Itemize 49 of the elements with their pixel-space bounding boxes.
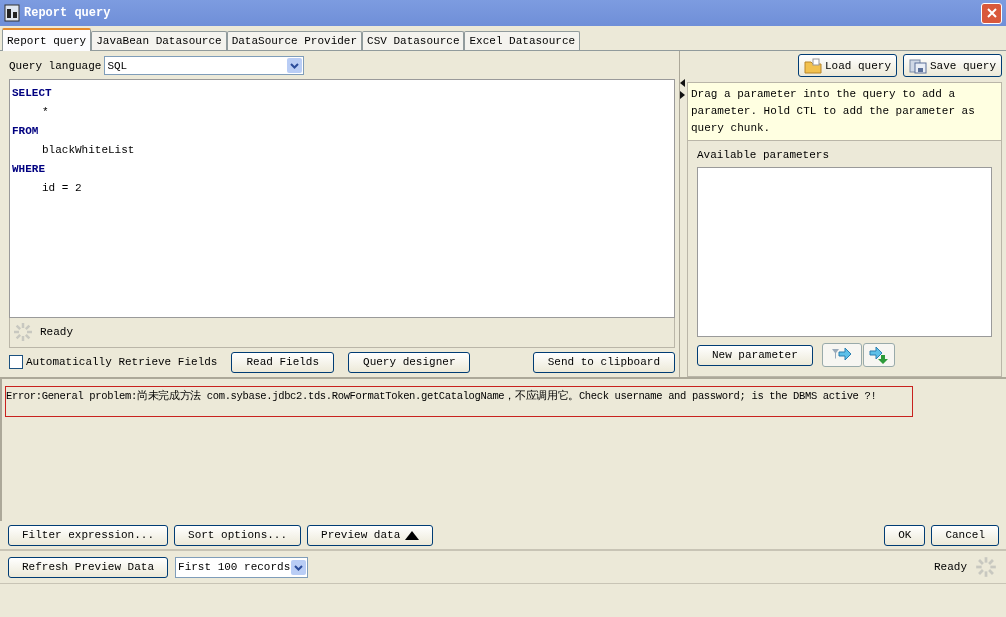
query-language-label: Query language <box>9 59 102 72</box>
sql-keyword: WHERE <box>12 161 46 177</box>
query-language-dropdown[interactable]: SQL <box>104 56 305 76</box>
refresh-button[interactable]: Refresh Preview Data <box>8 556 169 578</box>
sql-keyword: FROM <box>12 123 40 139</box>
tab[interactable]: DataSource Provider <box>226 31 363 50</box>
collapse-arrow-icon[interactable] <box>680 79 685 99</box>
tab[interactable]: Report query <box>2 28 92 51</box>
sql-text: blackWhiteList <box>41 142 136 158</box>
close-button[interactable] <box>981 2 1002 24</box>
status-text: Ready <box>40 326 73 339</box>
sql-text: * <box>41 104 50 120</box>
query-editor[interactable]: SELECT * FROM blackWhiteList WHERE id = 2 <box>9 78 675 319</box>
records-dropdown[interactable]: First 100 records <box>175 556 309 578</box>
tab[interactable]: JavaBean Datasource <box>91 31 227 50</box>
folder-icon <box>804 57 822 74</box>
import-arrow-button[interactable] <box>862 343 895 367</box>
clipboard-button[interactable]: Send to clipboard <box>532 351 675 373</box>
tab[interactable]: CSV Datasource <box>362 31 465 50</box>
option-button[interactable]: Sort options... <box>174 524 302 546</box>
checkbox-label: Automatically Retrieve Fields <box>26 356 218 369</box>
option-button[interactable]: Filter expression... <box>8 524 169 546</box>
tab[interactable]: Excel Datasource <box>464 31 581 50</box>
triangle-up-icon <box>405 530 420 540</box>
spinner-icon <box>12 321 34 344</box>
sql-text: id = 2 <box>41 180 83 196</box>
preview-status: Ready <box>934 561 967 573</box>
checkbox[interactable] <box>9 355 23 370</box>
sql-keyword: SELECT <box>12 85 53 101</box>
new-parameter-button[interactable]: New parameter <box>696 344 813 366</box>
dialog-button[interactable]: Cancel <box>931 524 999 546</box>
save-query-button[interactable]: Save query <box>903 54 1002 77</box>
chevron-down-icon <box>287 58 303 74</box>
load-query-button[interactable]: Load query <box>798 54 897 77</box>
hint-text: Drag a parameter into the query to add a parameter. Hold CTL to add the parameter as query chunk. <box>686 82 1002 141</box>
chevron-down-icon <box>291 559 307 575</box>
window-title: Report query <box>24 6 111 20</box>
parameters-label: Available parameters <box>696 149 830 161</box>
action-button[interactable]: Read Fields <box>231 351 335 373</box>
spinner-icon <box>974 555 998 579</box>
arrow-icon <box>868 346 889 364</box>
dialog-button[interactable]: OK <box>884 524 926 546</box>
preview-data-button[interactable]: Preview data <box>307 524 434 546</box>
app-icon <box>4 4 20 22</box>
error-message: Error:General problem:尚未完成方法 com.sybase.jdbc2.tds.RowFormatToken.getCatalogName，不应调用它。Check username and password; is the DBMS active ?! <box>5 386 913 417</box>
action-button[interactable]: Query designer <box>348 351 471 373</box>
filter-arrow-button[interactable] <box>821 343 862 367</box>
save-icon <box>909 57 927 74</box>
close-icon <box>986 8 997 18</box>
